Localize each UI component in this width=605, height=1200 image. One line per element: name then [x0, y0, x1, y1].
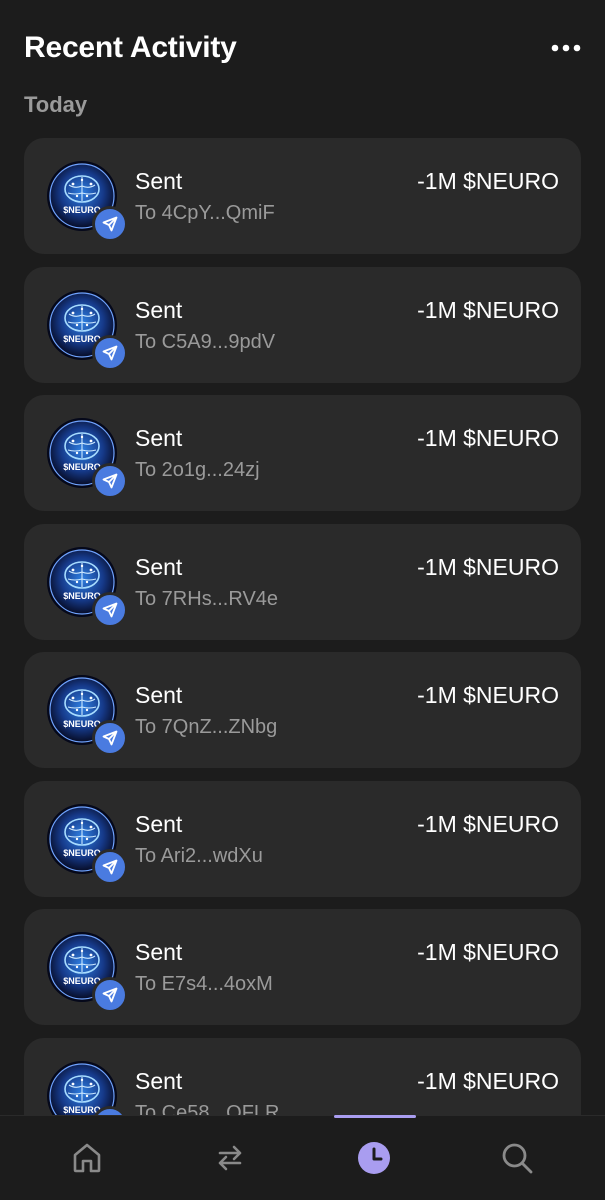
activity-amount: -1M $NEURO	[417, 425, 559, 451]
token-avatar: $NEURO	[46, 160, 128, 242]
send-arrow-icon	[102, 859, 118, 874]
more-horizontal-icon	[551, 44, 581, 52]
activity-amount: -1M $NEURO	[417, 939, 559, 965]
token-avatar: $NEURO	[46, 546, 128, 628]
activity-item[interactable]: $NEURO Sent To 7QnZ...ZNbg -1M $NEURO	[24, 652, 581, 768]
activity-title: Sent	[135, 810, 183, 837]
activity-title: Sent	[135, 939, 183, 965]
activity-amount: -1M $NEURO	[417, 1067, 559, 1094]
send-arrow-icon	[102, 602, 118, 617]
activity-title: Sent	[135, 425, 183, 451]
activity-recipient: To 2o1g...24zj	[135, 459, 260, 481]
activity-recipient: To Ce58...QFLR	[135, 1101, 280, 1117]
clock-icon	[358, 1142, 390, 1174]
activity-title: Sent	[135, 296, 183, 323]
activity-item[interactable]: $NEURO Sent To E7s4...4oxM -1M $NEURO	[24, 909, 581, 1025]
activity-item[interactable]: $NEURO Sent To 2o1g...24zj -1M $NEURO	[24, 395, 581, 511]
send-arrow-icon	[102, 216, 118, 232]
activity-title: Sent	[135, 1067, 183, 1094]
bottom-nav	[0, 1115, 605, 1200]
send-badge	[92, 463, 128, 499]
activity-recipient: To E7s4...4oxM	[135, 973, 273, 995]
header: Recent Activity	[24, 24, 581, 72]
token-avatar: $NEURO	[46, 803, 128, 885]
token-avatar: $NEURO	[46, 931, 128, 1013]
send-badge	[92, 591, 128, 628]
nav-item-activity[interactable]	[334, 1116, 414, 1200]
activity-item[interactable]: $NEURO Sent To 4CpY...QmiF -1M $NEURO	[24, 138, 581, 254]
activity-recipient: To 4CpY...QmiF	[135, 202, 275, 224]
send-badge	[92, 720, 128, 756]
home-icon	[73, 1143, 101, 1173]
activity-recipient: To 7QnZ...ZNbg	[135, 716, 278, 738]
activity-list-viewport[interactable]: $NEURO Sent To 4CpY...QmiF -1M $NEURO $N…	[0, 138, 605, 1116]
activity-title: Sent	[135, 682, 183, 708]
page-title: Recent Activity	[24, 31, 237, 64]
activity-item[interactable]: $NEURO Sent To C5A9...9pdV -1M $NEURO	[24, 266, 581, 383]
activity-amount: -1M $NEURO	[417, 553, 559, 580]
token-avatar: $NEURO	[46, 1060, 128, 1116]
send-arrow-icon	[102, 987, 118, 1003]
section-label-today: Today	[24, 92, 88, 117]
activity-amount: -1M $NEURO	[417, 296, 559, 323]
more-options-button[interactable]	[533, 24, 581, 72]
activity-amount: -1M $NEURO	[417, 810, 559, 837]
send-badge	[92, 977, 128, 1013]
nav-item-home[interactable]	[47, 1116, 127, 1200]
token-avatar: $NEURO	[46, 674, 128, 756]
activity-amount: -1M $NEURO	[417, 682, 559, 708]
send-arrow-icon	[102, 473, 118, 489]
app-root: Recent Activity Today $NEURO Sent To 4Cp…	[0, 0, 605, 1200]
send-badge	[92, 206, 128, 242]
activity-list: $NEURO Sent To 4CpY...QmiF -1M $NEURO $N…	[24, 138, 581, 1116]
send-badge	[92, 848, 128, 885]
nav-item-search[interactable]	[477, 1116, 557, 1200]
activity-item[interactable]: $NEURO Sent To Ce58...QFLR -1M $NEURO	[24, 1037, 581, 1117]
swap-icon	[218, 1145, 242, 1171]
token-avatar: $NEURO	[46, 289, 128, 371]
activity-item[interactable]: $NEURO Sent To Ari2...wdXu -1M $NEURO	[24, 780, 581, 897]
activity-title: Sent	[135, 553, 183, 580]
activity-title: Sent	[135, 168, 183, 194]
search-icon	[502, 1143, 533, 1174]
token-avatar: $NEURO	[46, 417, 128, 499]
activity-recipient: To Ari2...wdXu	[135, 844, 263, 867]
activity-recipient: To C5A9...9pdV	[135, 330, 276, 353]
send-badge	[92, 334, 128, 371]
send-arrow-icon	[102, 345, 118, 360]
activity-amount: -1M $NEURO	[417, 168, 559, 194]
send-arrow-icon	[102, 730, 118, 746]
activity-item[interactable]: $NEURO Sent To 7RHs...RV4e -1M $NEURO	[24, 523, 581, 640]
nav-item-swap[interactable]	[190, 1116, 270, 1200]
activity-recipient: To 7RHs...RV4e	[135, 587, 279, 610]
